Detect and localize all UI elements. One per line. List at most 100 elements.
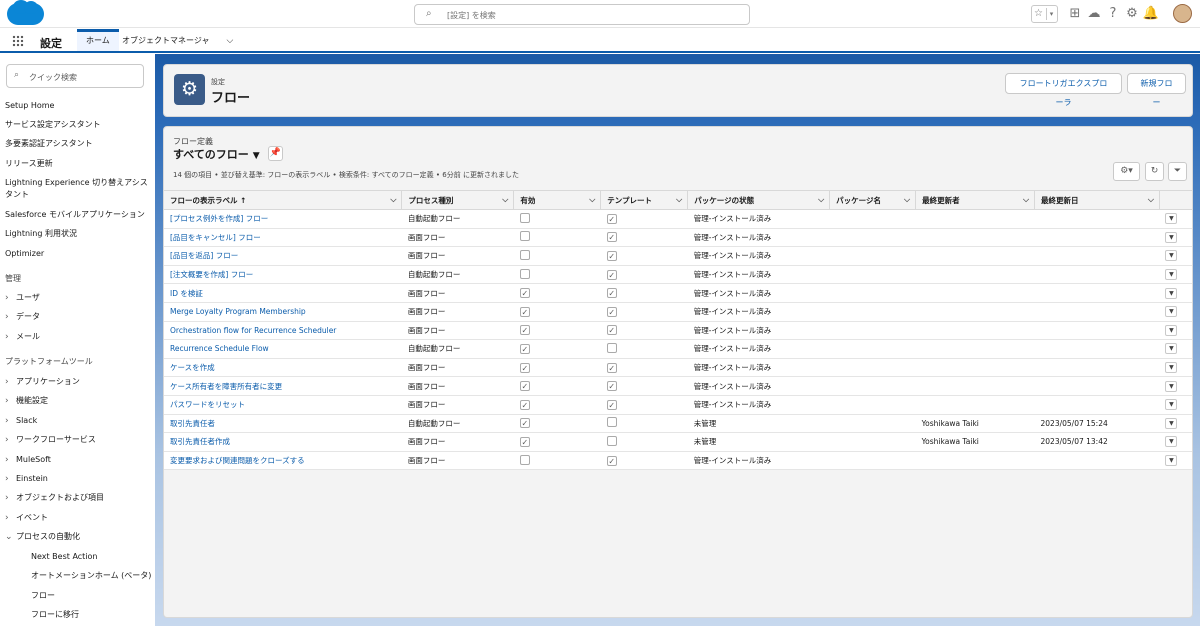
package-name-cell <box>829 339 916 359</box>
row-action-menu-icon[interactable]: ▼ <box>1165 417 1178 429</box>
flow-label-link[interactable]: パスワードをリセット <box>164 395 402 415</box>
sidebar-item-objects-fields[interactable]: › オブジェクトおよび項目 <box>5 492 153 504</box>
bell-icon[interactable]: 🔔 <box>1142 5 1160 23</box>
chevron-down-icon[interactable]: ⌵ <box>226 36 233 46</box>
sidebar-item-service-assistant[interactable]: サービス設定アシスタント <box>5 119 153 131</box>
row-action-menu-icon[interactable]: ▼ <box>1165 324 1178 336</box>
list-view-selector[interactable]: すべてのフロー ▼ <box>173 146 260 162</box>
checked-checkbox-icon: ✓ <box>606 399 617 410</box>
chevron-down-icon[interactable]: ⌵ <box>1148 195 1154 205</box>
row-action-menu-icon[interactable]: ▼ <box>1165 399 1178 411</box>
flow-trigger-explorer-button[interactable]: フロートリガエクスプローラ <box>1005 73 1122 107</box>
flow-label-link[interactable]: [注文概要を作成] フロー <box>164 265 402 285</box>
row-action-menu-icon[interactable]: ▼ <box>1165 455 1178 467</box>
sidebar-item-feature-settings[interactable]: › 機能設定 <box>5 395 153 407</box>
chevron-down-icon[interactable]: ⌵ <box>390 195 396 205</box>
row-action-menu-icon[interactable]: ▼ <box>1165 436 1178 448</box>
salesforce-logo[interactable] <box>7 0 44 25</box>
chevron-down-icon[interactable]: ⌵ <box>904 195 910 205</box>
column-header-template[interactable]: テンプレート ⌵ <box>600 190 689 210</box>
sidebar-item-automation-home[interactable]: オートメーションホーム (ベータ) <box>31 570 155 582</box>
sidebar-item-mfa-assistant[interactable]: 多要素認証アシスタント <box>5 138 153 150</box>
sidebar-item-mobile-app[interactable]: Salesforce モバイルアプリケーション <box>5 209 153 221</box>
star-icon[interactable]: ☆ ▾ <box>1031 5 1058 23</box>
column-header-package-state[interactable]: パッケージの状態 ⌵ <box>687 190 831 210</box>
row-action-menu-icon[interactable]: ▼ <box>1165 380 1178 392</box>
sidebar-item-einstein[interactable]: › Einstein <box>5 473 153 485</box>
sidebar-item-workflow-services[interactable]: › ワークフローサービス <box>5 434 153 446</box>
row-action-menu-icon[interactable]: ▼ <box>1165 362 1178 374</box>
table-row: Recurrence Schedule Flow 自動起動フロー ✓ 管理-インストー… <box>164 339 1192 359</box>
app-launcher-icon[interactable] <box>12 35 24 47</box>
column-header-modified-by[interactable]: 最終更新者 ⌵ <box>915 190 1036 210</box>
sidebar-item-mulesoft[interactable]: › MuleSoft <box>5 454 153 466</box>
flow-label-link[interactable]: Merge Loyalty Program Membership <box>164 302 402 322</box>
row-actions-cell: ▼ <box>1159 321 1192 341</box>
flow-label-link[interactable]: 取引先責任者作成 <box>164 432 402 452</box>
flow-label-link[interactable]: [プロセス例外を作成] フロー <box>164 209 402 229</box>
checked-checkbox-icon: ✓ <box>519 418 530 429</box>
refresh-button[interactable]: ↻ <box>1145 162 1164 181</box>
avatar[interactable] <box>1173 4 1192 23</box>
sidebar-item-events[interactable]: › イベント <box>5 512 153 524</box>
tab-object-manager[interactable]: オブジェクトマネージャ ⌵ <box>113 29 242 51</box>
row-action-menu-icon[interactable]: ▼ <box>1165 231 1178 243</box>
flow-label-link[interactable]: ID を検証 <box>164 283 402 303</box>
chevron-down-icon[interactable]: ⌵ <box>1023 195 1029 205</box>
column-header-process-type[interactable]: プロセス種別 ⌵ <box>401 190 515 210</box>
row-action-menu-icon[interactable]: ▼ <box>1165 287 1178 299</box>
filter-button[interactable]: ⏷ <box>1168 162 1187 181</box>
global-search-input[interactable]: ⌕ [設定] を検索 <box>414 4 750 25</box>
sidebar-item-flows[interactable]: フロー <box>31 590 155 602</box>
row-action-menu-icon[interactable]: ▼ <box>1165 343 1178 355</box>
chevron-down-icon[interactable]: ⌵ <box>589 195 595 205</box>
template-cell: ✓ <box>600 283 688 303</box>
column-header-package-name[interactable]: パッケージ名 ⌵ <box>829 190 917 210</box>
flow-label-link[interactable]: 取引先責任者 <box>164 414 402 434</box>
row-action-menu-icon[interactable]: ▼ <box>1165 306 1178 318</box>
sidebar-item-release-updates[interactable]: リリース更新 <box>5 158 153 170</box>
flow-label-link[interactable]: [品目を返品] フロー <box>164 246 402 266</box>
row-action-menu-icon[interactable]: ▼ <box>1165 213 1178 225</box>
sidebar-item-email[interactable]: › メール <box>5 331 153 343</box>
sidebar-item-next-best-action[interactable]: Next Best Action <box>31 551 155 563</box>
chevron-down-icon[interactable]: ⌵ <box>502 195 508 205</box>
sidebar-item-optimizer[interactable]: Optimizer <box>5 248 153 260</box>
chevron-down-icon[interactable]: ⌵ <box>676 195 682 205</box>
column-header-label[interactable]: フローの表示ラベル ↑ ⌵ <box>164 190 403 210</box>
sidebar-item-lightning-transition[interactable]: Lightning Experience 切り替えアシスタント <box>5 177 153 201</box>
row-action-menu-icon[interactable]: ▼ <box>1165 250 1178 262</box>
sidebar-item-users[interactable]: › ユーザ <box>5 292 153 304</box>
new-flow-button[interactable]: 新規フロー <box>1127 73 1186 107</box>
caret-down-icon[interactable]: ▼ <box>253 151 260 161</box>
gear-icon[interactable]: ⚙ <box>1123 5 1141 23</box>
column-header-active[interactable]: 有効 ⌵ <box>513 190 602 210</box>
search-icon: ⌕ <box>426 8 432 19</box>
row-action-menu-icon[interactable]: ▼ <box>1165 269 1178 281</box>
chevron-down-icon[interactable]: ⌵ <box>818 195 824 205</box>
sidebar-item-slack[interactable]: › Slack <box>5 415 153 427</box>
column-header-modified-date[interactable]: 最終更新日 ⌵ <box>1034 190 1160 210</box>
sidebar-item-apps[interactable]: › アプリケーション <box>5 376 153 388</box>
flow-label-link[interactable]: Recurrence Schedule Flow <box>164 339 402 359</box>
chevron-down-icon[interactable]: ▾ <box>1046 8 1056 20</box>
flow-label-link[interactable]: 変更要求および関連問題をクローズする <box>164 451 402 471</box>
checked-checkbox-icon: ✓ <box>606 306 617 317</box>
sidebar-item-setup-home[interactable]: Setup Home <box>5 100 153 112</box>
sidebar-item-data[interactable]: › データ <box>5 311 153 323</box>
trailhead-icon[interactable]: ☁ <box>1085 5 1103 23</box>
sidebar-item-process-automation[interactable]: ⌄ プロセスの自動化 <box>5 531 153 543</box>
list-view-settings-button[interactable]: ⚙▾ <box>1113 162 1140 181</box>
flow-label-link[interactable]: ケース所有者を障害所有者に変更 <box>164 376 402 396</box>
sidebar-item-label: 機能設定 <box>16 396 48 405</box>
sidebar-item-lightning-usage[interactable]: Lightning 利用状況 <box>5 228 153 240</box>
flow-label-link[interactable]: Orchestration flow for Recurrence Schedu… <box>164 321 402 341</box>
chevron-right-icon: › <box>5 513 9 523</box>
quick-find-input[interactable]: ⌕ クイック検索 <box>6 64 144 88</box>
flow-label-link[interactable]: ケースを作成 <box>164 358 402 378</box>
flow-label-link[interactable]: [品目をキャンセル] フロー <box>164 228 402 248</box>
pin-icon[interactable]: 📌 <box>268 146 283 161</box>
sidebar-item-migrate-to-flow[interactable]: フローに移行 <box>31 609 155 621</box>
help-icon[interactable]: ? <box>1104 5 1122 23</box>
add-icon[interactable]: ⊞ <box>1066 5 1084 23</box>
